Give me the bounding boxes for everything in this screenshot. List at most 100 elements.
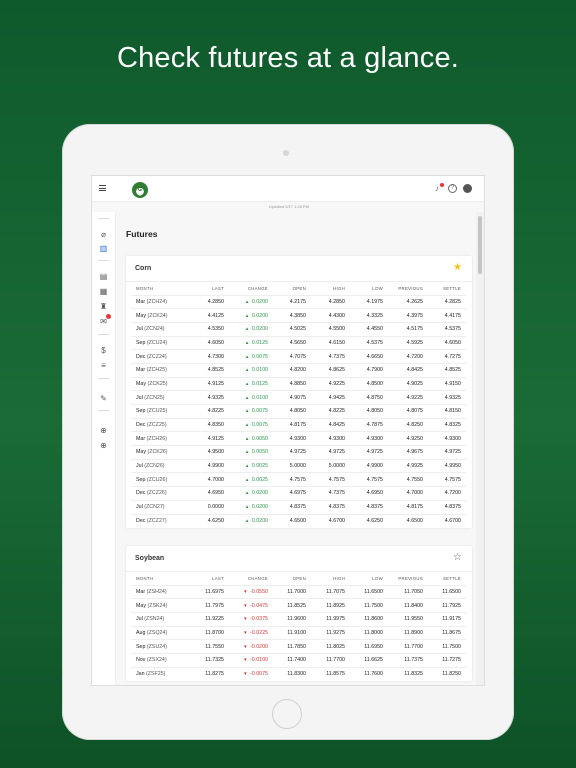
table-row[interactable]: Mar (ZCH25) 4.8525 ▲ 0.0100 4.8200 4.8625 4.7… (131, 362, 467, 378)
cell-change: ▲ 0.0100 (230, 362, 274, 378)
cell-low: 4.5375 (351, 335, 389, 350)
column-header-high: HIGH (333, 575, 345, 581)
table-row[interactable]: Jul (ZCN25) 4.9325 ▲ 0.0100 4.9075 4.9425 4.8… (131, 390, 467, 405)
cell-low: 11.7500 (351, 598, 389, 613)
table-row[interactable]: Sep (ZCU24) 4.6050 ▲ 0.0125 4.5650 4.6150 4.5… (131, 335, 467, 350)
cell-change: ▼ -0.0100 (230, 652, 274, 668)
sidebar-divider (98, 218, 109, 219)
cell-previous: 4.9675 (389, 445, 429, 460)
calendar-icon[interactable]: ▤ (99, 272, 108, 281)
soybean-card-header: Soybean ☆ (126, 546, 472, 572)
column-header-settle: SETTLE (442, 575, 461, 581)
cell-change: ▼ -0.0475 (230, 598, 274, 613)
cell-high: 11.8925 (312, 598, 351, 613)
help-icon[interactable]: ? (448, 184, 457, 193)
leaf-icon[interactable]: ⌀ (99, 230, 108, 239)
triangle-up-icon: ▲ (244, 380, 250, 386)
cell-high: 11.8025 (312, 639, 351, 654)
cell-open: 4.8175 (274, 417, 312, 432)
cell-settle: 4.7200 (429, 486, 467, 501)
table-row[interactable]: Dec (ZCZ26) 4.6950 ▲ 0.0200 4.6975 4.7375 4.6… (131, 486, 467, 501)
triangle-up-icon: ▲ (244, 394, 250, 400)
cell-previous: 11.8900 (389, 625, 429, 640)
table-row[interactable]: Sep (ZCU26) 4.7000 ▲ 0.0025 4.7575 4.7575 4.7… (131, 472, 467, 487)
cell-month: Jul (ZCN25) (131, 390, 195, 405)
cell-settle: 4.7275 (429, 349, 467, 364)
cell-high: 5.0000 (312, 458, 351, 473)
table-row[interactable]: May (ZCK25) 4.9125 ▲ 0.0125 4.8850 4.9225 4.8… (131, 376, 467, 391)
futures-chart-icon[interactable]: ▥ (99, 244, 108, 253)
cell-open: 5.0000 (274, 458, 312, 473)
cell-previous: 4.9250 (389, 431, 429, 446)
cell-open: 4.7575 (274, 472, 312, 487)
table-row[interactable]: May (ZCK26) 4.9500 ▲ 0.0050 4.9725 4.9725 4.9… (131, 445, 467, 460)
silo-icon[interactable]: ♜ (99, 302, 108, 311)
cell-month: Mar (ZCH26) (131, 431, 195, 446)
menu-icon[interactable] (99, 185, 106, 191)
triangle-up-icon: ▲ (244, 490, 250, 496)
bell-icon[interactable]: ♪ (435, 183, 444, 193)
table-row[interactable]: Dec (ZCZ25) 4.8350 ▲ 0.0075 4.8175 4.8425 4.7… (131, 417, 467, 432)
cell-last: 4.5350 (195, 321, 230, 337)
cell-open: 11.9100 (274, 625, 312, 640)
table-row[interactable]: Jul (ZCN27) 0.0000 ▲ 0.0200 4.8375 4.8375 4.8… (131, 499, 467, 514)
cell-low: 4.1975 (351, 294, 389, 309)
column-header-previous: PREVIOUS (398, 285, 423, 291)
cell-settle: 11.8250 (429, 666, 467, 681)
table-row[interactable]: Mar (ZCH24) 4.2850 ▲ 0.0200 4.2175 4.2850 4.1… (131, 294, 467, 309)
table-row[interactable]: May (ZCK24) 4.4125 ▲ 0.0200 4.3850 4.4300 4.3… (131, 308, 467, 323)
cell-low: 4.4550 (351, 321, 389, 337)
cell-settle: 4.8525 (429, 362, 467, 378)
cell-settle: 4.8150 (429, 404, 467, 419)
messages-icon[interactable]: ✉ (99, 314, 111, 326)
table-row[interactable]: Dec (ZCZ27) 4.6250 ▲ 0.0200 4.6500 4.6700 4.6… (131, 513, 467, 528)
globe-icon-2[interactable]: ⊕ (99, 441, 108, 450)
table-row[interactable]: Nov (ZSX24) 11.7325 ▼ -0.0100 11.7400 11.770… (131, 652, 467, 668)
app-logo[interactable]: G (132, 182, 148, 198)
cell-high: 4.8625 (312, 362, 351, 378)
contracts-icon[interactable]: ✎ (99, 394, 108, 403)
table-row[interactable]: Jul (ZCN26) 4.9900 ▲ 0.0025 5.0000 5.0000 4.9… (131, 458, 467, 473)
account-icon[interactable] (463, 184, 472, 193)
triangle-down-icon: ▼ (243, 602, 248, 608)
star-outline-icon-soybean[interactable]: ☆ (453, 553, 462, 563)
top-actions: ♪ ? (435, 183, 472, 193)
triangle-down-icon: ▼ (243, 671, 248, 677)
cell-change: ▼ -0.0200 (230, 639, 274, 654)
corn-title: Corn (135, 265, 152, 272)
scrollbar[interactable] (476, 212, 484, 685)
tablet-camera (283, 150, 289, 156)
table-row[interactable]: Jul (ZCN24) 4.5350 ▲ 0.0200 4.5025 4.5500 4.4… (131, 321, 467, 337)
column-header-month: MONTH (136, 285, 154, 291)
table-row[interactable]: Sep (ZCU25) 4.8225 ▲ 0.0075 4.8050 4.8225 4.8… (131, 404, 467, 419)
table-row[interactable]: May (ZSK24) 11.7975 ▼ -0.0475 11.8525 11.892… (131, 598, 467, 613)
table-row[interactable]: Dec (ZCZ24) 4.7300 ▲ 0.0075 4.7075 4.7375 4.6… (131, 349, 467, 364)
globe-icon[interactable]: ⊕ (99, 426, 108, 435)
triangle-up-icon: ▲ (244, 312, 250, 318)
column-header-low: LOW (372, 575, 383, 581)
table-row[interactable]: Mar (ZSH24) 11.6975 ▼ -0.0550 11.7000 11.707… (131, 584, 467, 599)
cell-month: Dec (ZCZ25) (131, 417, 195, 432)
table-row[interactable]: Mar (ZCH26) 4.9125 ▲ 0.0050 4.9300 4.9300 4.9… (131, 431, 467, 446)
cell-last: 11.7550 (195, 639, 230, 654)
document-icon[interactable]: ≡ (99, 361, 108, 370)
table-row[interactable]: Jan (ZSF25) 11.8275 ▼ -0.0075 11.8300 11.857… (131, 666, 467, 681)
table-row[interactable]: Aug (ZSQ24) 11.8700 ▼ -0.0225 11.9100 11.927… (131, 625, 467, 640)
cell-previous: 11.8325 (389, 666, 429, 681)
star-icon-corn[interactable]: ★ (453, 263, 462, 273)
cell-change: ▲ 0.0200 (230, 499, 274, 514)
table-row[interactable]: Sep (ZSU24) 11.7550 ▼ -0.0200 11.7850 11.802… (131, 639, 467, 654)
column-header-previous: PREVIOUS (398, 575, 423, 581)
dollar-icon[interactable]: $ (99, 346, 108, 355)
cell-open: 11.8525 (274, 598, 312, 613)
scrollbar-thumb[interactable] (478, 216, 482, 274)
column-header-last: LAST (212, 285, 224, 291)
cell-settle: 4.9300 (429, 431, 467, 446)
cell-month: Aug (ZSQ24) (131, 625, 195, 640)
table-row[interactable]: Jul (ZSN24) 11.9225 ▼ -0.0375 11.9600 11.997… (131, 611, 467, 627)
cell-month: May (ZSK24) (131, 598, 195, 613)
triangle-down-icon: ▼ (243, 616, 248, 622)
sidebar-divider (98, 334, 109, 335)
triangle-up-icon: ▲ (244, 449, 250, 455)
news-icon[interactable]: ▦ (99, 287, 108, 296)
